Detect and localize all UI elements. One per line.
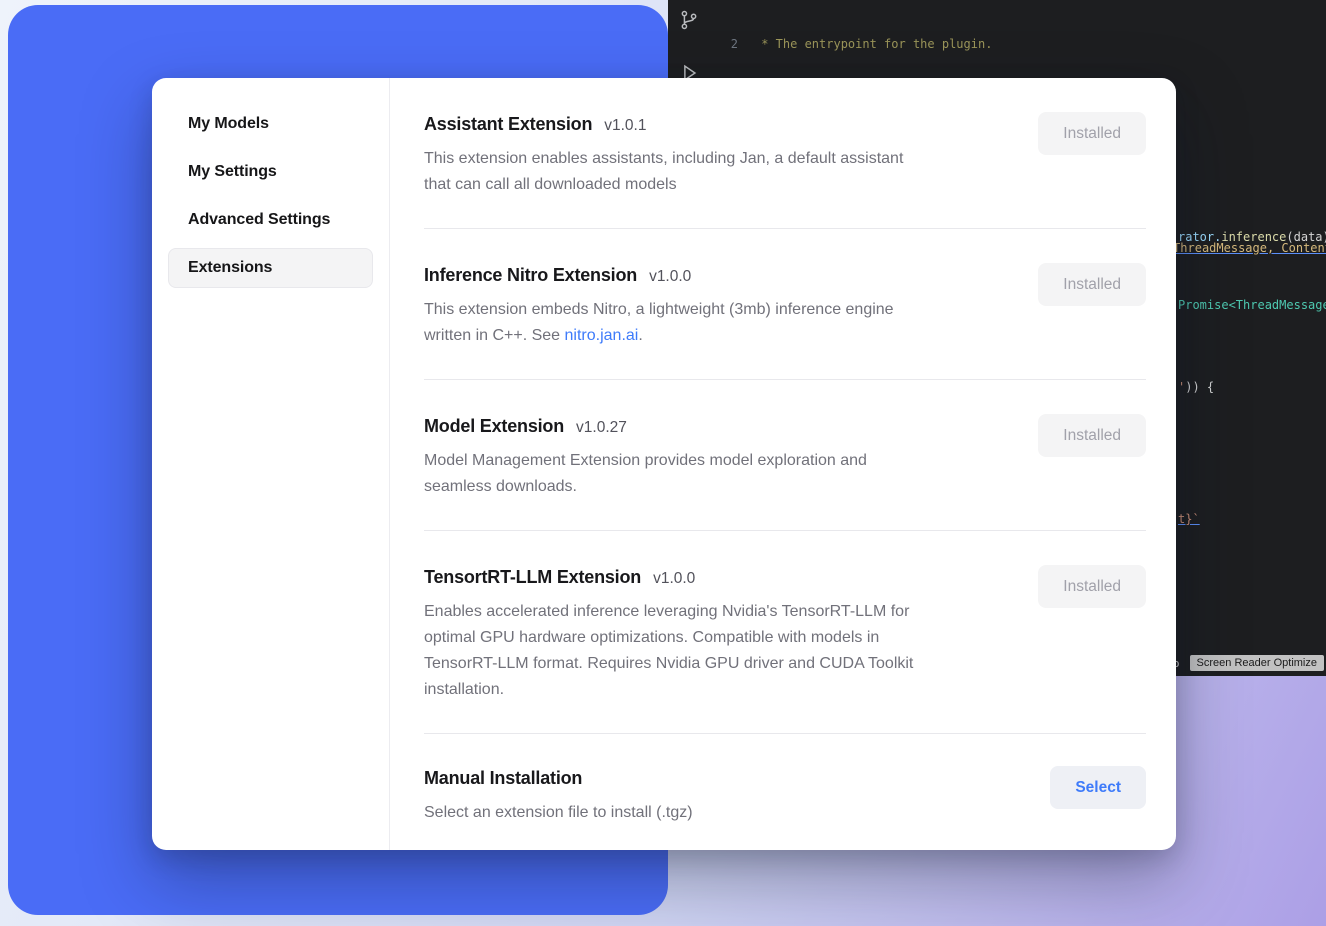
extension-description: Model Management Extension provides mode…	[424, 448, 867, 500]
sidebar-item-my-settings[interactable]: My Settings	[168, 152, 373, 192]
extension-description: This extension embeds Nitro, a lightweig…	[424, 297, 894, 349]
extension-version: v1.0.27	[576, 419, 627, 437]
nitro-link[interactable]: nitro.jan.ai	[565, 327, 639, 344]
extensions-list: Assistant Extension v1.0.1 This extensio…	[390, 78, 1176, 850]
extension-description: Enables accelerated inference leveraging…	[424, 599, 913, 703]
extension-row: Model Extension v1.0.27 Model Management…	[424, 380, 1146, 530]
line-number: 2	[668, 36, 738, 53]
installed-button[interactable]: Installed	[1038, 263, 1146, 306]
extension-name: Inference Nitro Extension	[424, 263, 637, 287]
manual-installation-row: Manual Installation Select an extension …	[424, 734, 1146, 846]
extension-description: Select an extension file to install (.tg…	[424, 800, 693, 826]
editor-status-row: go Screen Reader Optimize	[1166, 655, 1324, 671]
code-line: 2 * The entrypoint for the plugin.	[668, 36, 1326, 53]
select-file-button[interactable]: Select	[1050, 766, 1146, 809]
code-fragment: t}`	[1178, 512, 1200, 526]
extension-version: v1.0.0	[653, 570, 695, 588]
installed-button[interactable]: Installed	[1038, 112, 1146, 155]
extension-row: Inference Nitro Extension v1.0.0 This ex…	[424, 229, 1146, 379]
installed-button[interactable]: Installed	[1038, 414, 1146, 457]
sidebar-item-advanced-settings[interactable]: Advanced Settings	[168, 200, 373, 240]
extension-name: TensortRT-LLM Extension	[424, 565, 641, 589]
settings-modal: My Models My Settings Advanced Settings …	[152, 78, 1176, 850]
extension-name: Model Extension	[424, 414, 564, 438]
settings-sidebar: My Models My Settings Advanced Settings …	[152, 78, 390, 850]
extension-name: Assistant Extension	[424, 112, 592, 136]
sidebar-item-my-models[interactable]: My Models	[168, 104, 373, 144]
screen-reader-chip[interactable]: Screen Reader Optimize	[1190, 655, 1324, 671]
code-fragment: rator.inference(data));	[1178, 230, 1326, 244]
sidebar-item-extensions[interactable]: Extensions	[168, 248, 373, 288]
extension-version: v1.0.0	[649, 268, 691, 286]
extension-version: v1.0.1	[604, 117, 646, 135]
code-comment: * The entrypoint for the plugin.	[754, 36, 992, 53]
extension-row: Assistant Extension v1.0.1 This extensio…	[424, 96, 1146, 228]
extension-name: Manual Installation	[424, 766, 582, 790]
code-fragment: Promise<ThreadMessage>	[1178, 298, 1326, 312]
installed-button[interactable]: Installed	[1038, 565, 1146, 608]
extension-description: This extension enables assistants, inclu…	[424, 146, 903, 198]
extension-row: TensortRT-LLM Extension v1.0.0 Enables a…	[424, 531, 1146, 733]
code-fragment: ')) {	[1178, 380, 1214, 394]
